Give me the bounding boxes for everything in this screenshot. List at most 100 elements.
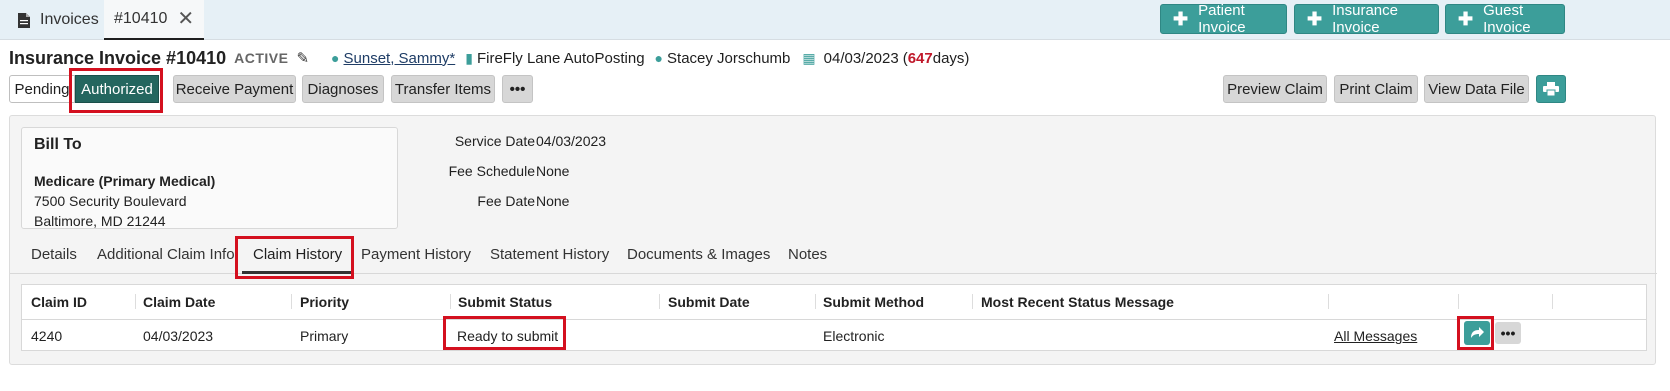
fee-date-row: Fee Date [430,193,535,213]
receive-payment-label: Receive Payment [175,80,294,98]
print-button[interactable] [1536,75,1566,103]
payer-name: Medicare (Primary Medical) [34,173,216,189]
row-more-button[interactable]: ••• [1495,322,1521,344]
service-date-row: Service Date [430,133,535,153]
print-claim-label: Print Claim [1339,80,1413,98]
service-date-label: Service Date [454,133,535,149]
insurance-invoice-button[interactable]: ✚ Insurance Invoice [1294,2,1439,36]
column-divider [135,294,136,309]
date-meta: ▦ 04/03/2023 (647 days) [802,50,969,67]
column-divider [1458,294,1459,309]
document-icon [18,12,30,28]
col-submit-status[interactable]: Submit Status [458,294,552,310]
cell-claim-date: 04/03/2023 [143,328,214,344]
tab-payment-history[interactable]: Payment History [361,246,471,263]
view-data-file-label: View Data File [1428,80,1525,98]
provider-meta: ● Stacey Jorschumb [655,50,791,67]
patient-invoice-label: Patient Invoice [1198,2,1246,36]
invoice-header: Insurance Invoice #10410 ACTIVE ✎ ● Suns… [9,46,969,70]
status-badge: ACTIVE [234,50,289,66]
tab-notes[interactable]: Notes [788,246,827,263]
top-tab-bar: Invoices #10410 ✕ ✚ Patient Invoice ✚ In… [0,0,1670,40]
col-submit-method[interactable]: Submit Method [823,294,924,310]
guest-invoice-button[interactable]: ✚ Guest Invoice [1445,2,1565,36]
building-icon: ▮ [465,49,473,66]
fee-schedule-row: Fee Schedule [430,163,535,183]
column-divider [659,294,660,309]
more-label: ••• [509,80,526,98]
column-divider [1328,294,1329,309]
col-claim-date[interactable]: Claim Date [143,294,215,310]
cell-submit-method: Electronic [823,328,885,344]
bill-to-card: Bill To Medicare (Primary Medical) 7500 … [21,127,398,229]
pending-button[interactable]: Pending [9,75,75,103]
tab-documents-images[interactable]: Documents & Images [627,246,770,263]
table-header: Claim ID Claim Date Priority Submit Stat… [22,285,1646,320]
highlight-submit-button [1457,316,1494,350]
column-divider [972,294,973,309]
page-title: Insurance Invoice #10410 [9,47,227,68]
user-md-icon: ● [654,50,664,66]
plus-icon: ✚ [1458,9,1474,29]
payer-address-line2: Baltimore, MD 21244 [34,213,166,229]
location-text: FireFly Lane AutoPosting [476,49,645,67]
tab-additional-claim-info[interactable]: Additional Claim Info [97,246,235,263]
action-toolbar: Pending Authorized Receive Payment Diagn… [0,75,1670,103]
transfer-items-button[interactable]: Transfer Items [391,75,495,103]
payer-address-line1: 7500 Security Boulevard [34,193,187,209]
fee-schedule-label: Fee Schedule [448,163,535,179]
col-claim-id[interactable]: Claim ID [31,294,87,310]
column-divider [291,294,292,309]
highlight-submit-status [443,316,566,350]
column-divider [450,294,451,309]
fee-date-value: None [536,193,570,209]
claim-history-table: Claim ID Claim Date Priority Submit Stat… [21,284,1647,351]
column-divider [815,294,816,309]
provider-text: Stacey Jorschumb [667,49,791,67]
location-meta: ▮ FireFly Lane AutoPosting [465,50,644,67]
preview-claim-button[interactable]: Preview Claim [1223,75,1327,103]
diagnoses-label: Diagnoses [307,80,379,98]
plus-icon: ✚ [1173,9,1189,29]
transfer-items-label: Transfer Items [394,80,492,98]
days-open-suffix: days) [932,49,970,67]
tab-invoices-label: Invoices [40,11,99,28]
patient-meta: ● Sunset, Sammy* [331,50,455,67]
more-actions-button[interactable]: ••• [502,75,533,103]
col-priority[interactable]: Priority [300,294,349,310]
insurance-invoice-label: Insurance Invoice [1332,2,1398,36]
fee-schedule-value: None [536,163,570,179]
days-count: 647 [907,49,933,67]
bill-to-heading: Bill To [34,136,82,153]
pencil-icon[interactable]: ✎ [296,49,309,67]
column-divider [1552,294,1553,309]
calendar-icon: ▦ [802,49,816,66]
invoice-date: 04/03/2023 [823,49,899,67]
guest-invoice-label: Guest Invoice [1483,2,1531,36]
cell-claim-id: 4240 [31,328,63,344]
col-status-message[interactable]: Most Recent Status Message [981,294,1174,310]
plus-icon: ✚ [1307,9,1323,29]
pending-label: Pending [14,80,70,98]
patient-link[interactable]: Sunset, Sammy* [344,50,456,67]
print-claim-button[interactable]: Print Claim [1334,75,1418,103]
highlight-authorized [69,68,163,113]
preview-claim-label: Preview Claim [1227,80,1323,98]
tab-details[interactable]: Details [31,246,77,263]
cell-priority: Primary [300,328,349,344]
person-icon: ● [331,50,340,66]
tab-invoices[interactable]: Invoices [18,0,99,40]
printer-icon [1543,82,1559,96]
highlight-claim-history-tab [235,236,354,279]
receive-payment-button[interactable]: Receive Payment [173,75,296,103]
tab-statement-history[interactable]: Statement History [490,246,609,263]
view-data-file-button[interactable]: View Data File [1424,75,1529,103]
tab-invoice-10410[interactable]: #10410 ✕ [104,0,205,40]
col-submit-date[interactable]: Submit Date [668,294,750,310]
all-messages-link[interactable]: All Messages [1334,328,1417,344]
close-icon[interactable]: ✕ [177,9,194,29]
service-date-value: 04/03/2023 [536,133,607,149]
diagnoses-button[interactable]: Diagnoses [302,75,384,103]
patient-invoice-button[interactable]: ✚ Patient Invoice [1160,2,1287,36]
tab-invoice-label: #10410 [114,10,168,27]
